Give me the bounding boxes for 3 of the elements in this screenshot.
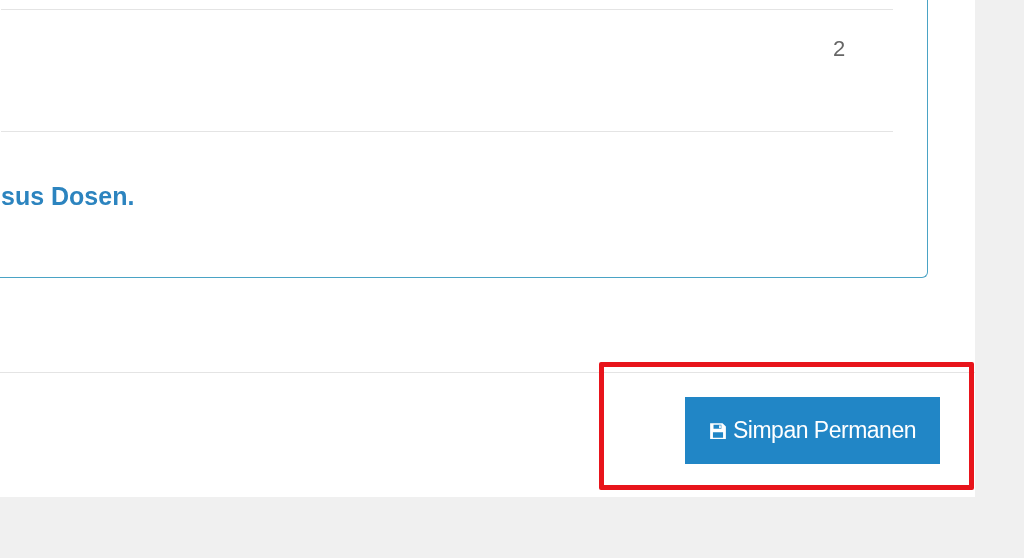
save-button[interactable]: Simpan Permanen bbox=[685, 397, 940, 464]
note-text: sus Dosen. bbox=[1, 181, 136, 211]
table-cell-text: 2 bbox=[833, 35, 847, 63]
